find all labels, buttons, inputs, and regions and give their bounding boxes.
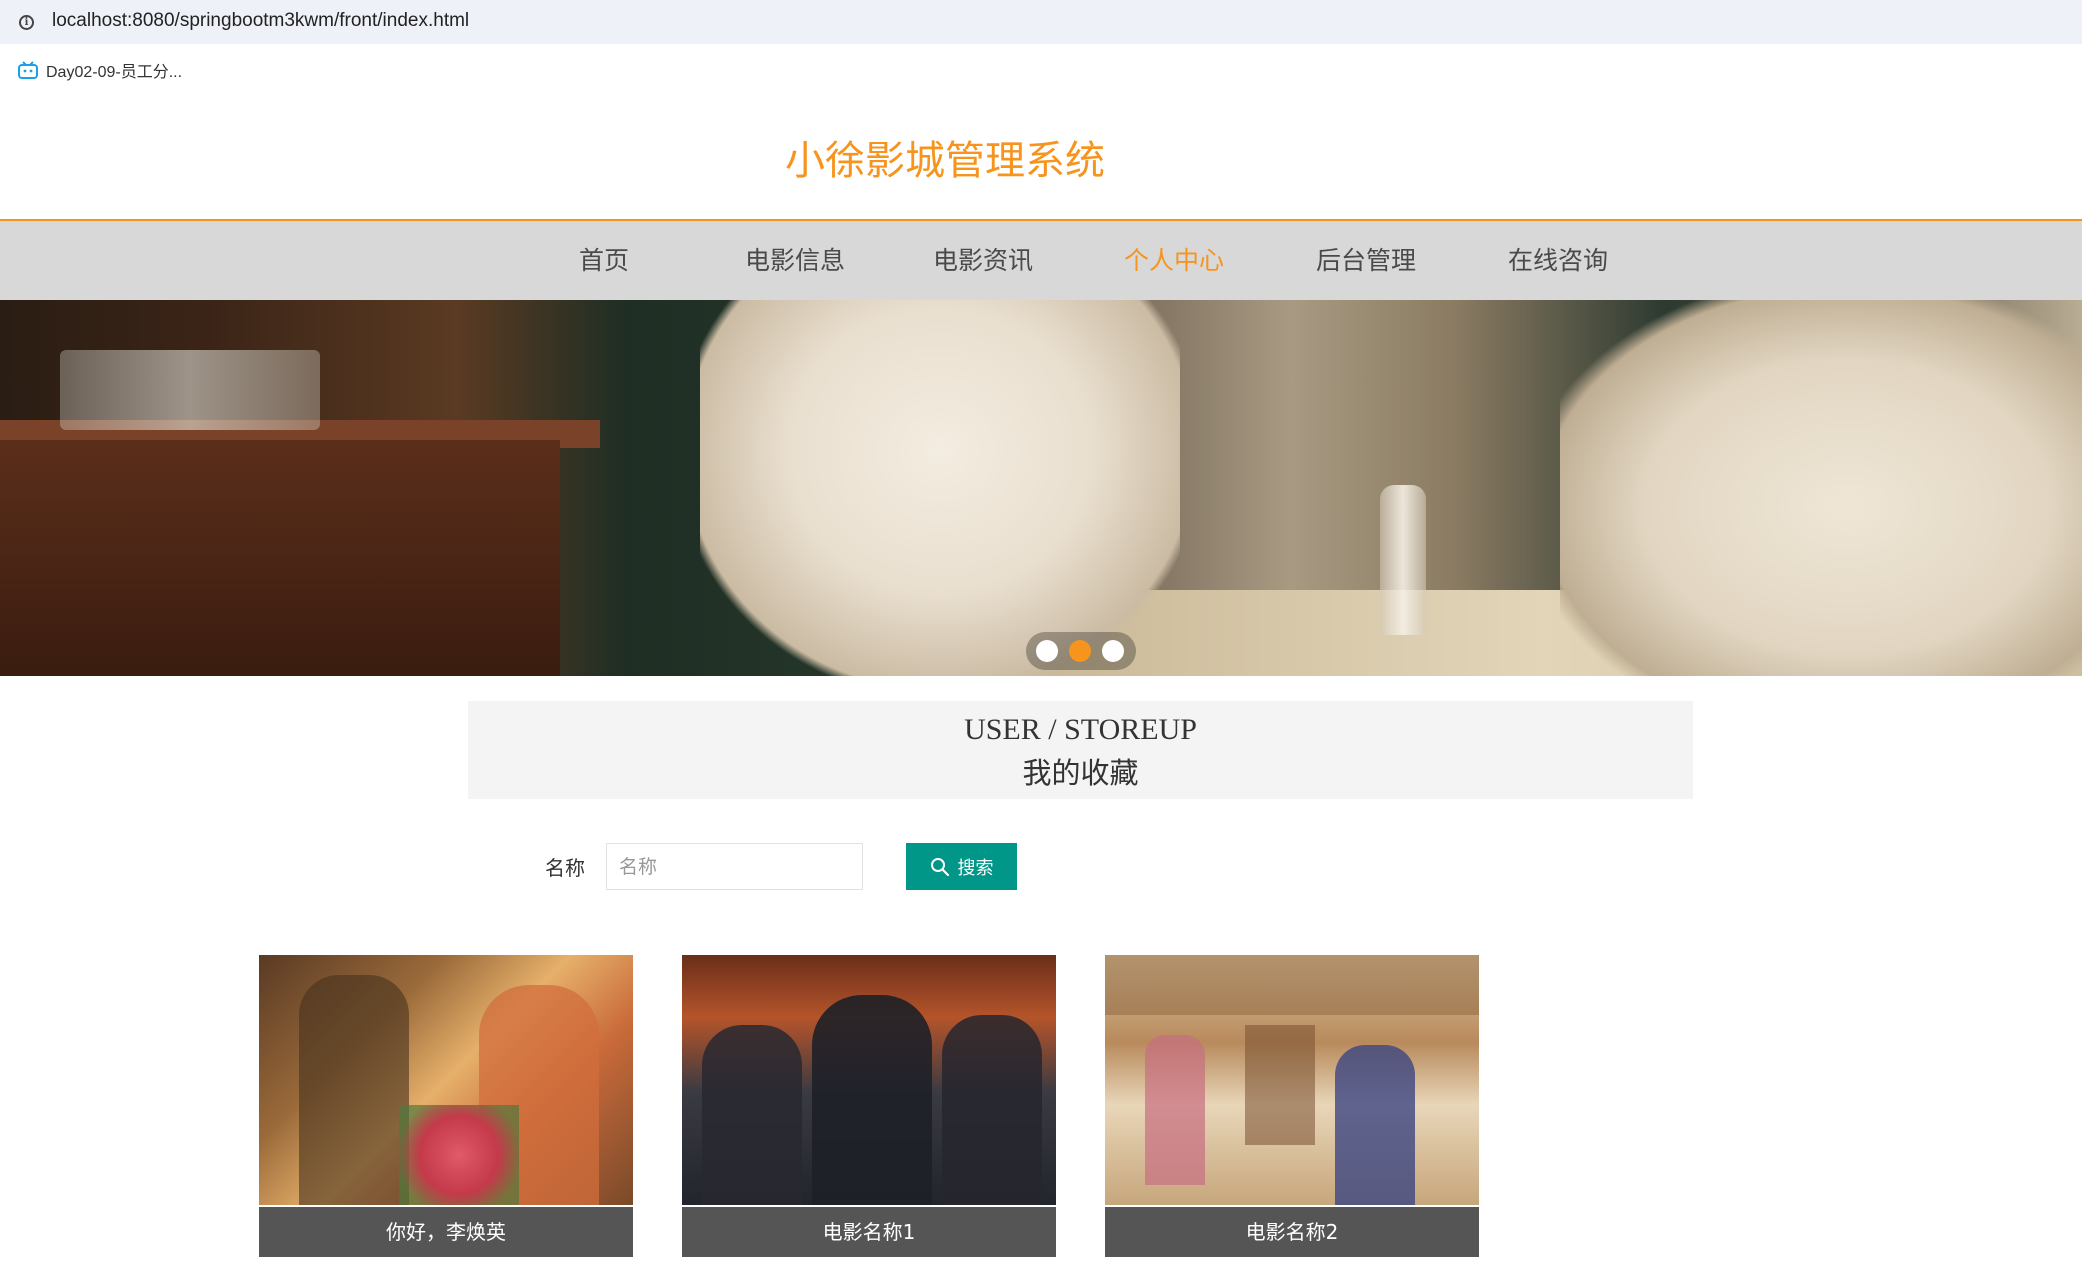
section-title-en: USER / STOREUP [964, 713, 1197, 746]
address-bar[interactable]: i localhost:8080/springbootm3kwm/front/i… [0, 0, 2082, 44]
banner-person-right [1560, 300, 2082, 676]
card-poster-image [1105, 955, 1479, 1205]
banner-glasses [60, 350, 320, 430]
card-title: 你好，李焕英 [259, 1207, 633, 1257]
search-button-label: 搜索 [957, 857, 994, 879]
card-title: 电影名称1 [682, 1207, 1056, 1257]
bookmarks-bar: Day02-09-员工分... [0, 44, 2082, 96]
banner-bottle [1380, 485, 1426, 635]
section-heading: USER / STOREUP 我的收藏 [468, 701, 1693, 799]
bookmark-label: Day02-09-员工分... [46, 64, 183, 81]
search-input[interactable] [606, 843, 863, 890]
search-label: 名称 [545, 856, 585, 880]
banner-carousel[interactable] [0, 300, 2082, 676]
banner-shelf [0, 440, 560, 676]
carousel-dot-1[interactable] [1036, 640, 1058, 662]
nav-item-movie-news[interactable]: 电影资讯 [933, 221, 1033, 300]
site-title: 小徐影城管理系统 [785, 138, 1105, 184]
bilibili-tv-icon [18, 61, 38, 79]
nav-item-admin[interactable]: 后台管理 [1316, 221, 1416, 300]
carousel-dot-2[interactable] [1069, 640, 1091, 662]
carousel-indicator [1026, 632, 1136, 670]
bookmark-item[interactable]: Day02-09-员工分... [18, 58, 182, 82]
favorite-card[interactable]: 电影名称2 [1105, 955, 1479, 1257]
nav-item-home[interactable]: 首页 [579, 221, 629, 300]
site-info-icon[interactable]: i [19, 15, 34, 30]
nav-item-online-consult[interactable]: 在线咨询 [1508, 221, 1608, 300]
favorite-card[interactable]: 电影名称1 [682, 955, 1056, 1257]
nav-item-movie-info[interactable]: 电影信息 [745, 221, 845, 300]
carousel-dot-3[interactable] [1102, 640, 1124, 662]
favorite-card[interactable]: 你好，李焕英 [259, 955, 633, 1257]
section-title-cn: 我的收藏 [1022, 756, 1139, 790]
url-text[interactable]: localhost:8080/springbootm3kwm/front/ind… [52, 10, 469, 32]
nav-item-personal-center[interactable]: 个人中心 [1124, 221, 1224, 300]
card-poster-image [682, 955, 1056, 1205]
banner-person-left [700, 300, 1180, 676]
main-nav: 首页 电影信息 电影资讯 个人中心 后台管理 在线咨询 [0, 219, 2082, 300]
search-button[interactable]: 搜索 [906, 843, 1017, 890]
card-poster-image [259, 955, 633, 1205]
search-icon [930, 857, 949, 876]
card-title: 电影名称2 [1105, 1207, 1479, 1257]
